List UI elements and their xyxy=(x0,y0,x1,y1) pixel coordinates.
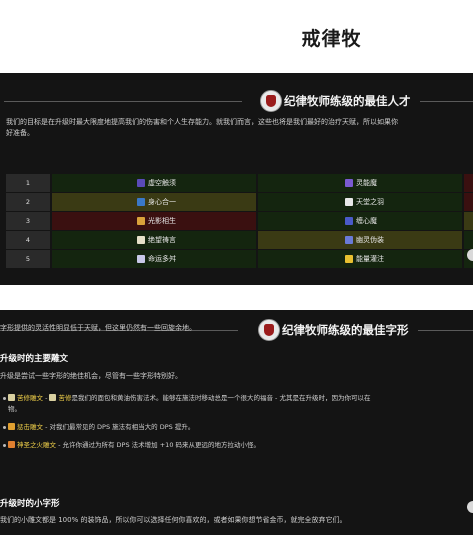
psyfiend-icon xyxy=(345,179,353,187)
talent-option[interactable]: 虚空触须 xyxy=(52,174,256,192)
talent-option[interactable]: 绝望祷言 xyxy=(52,231,256,249)
glyph-description: 允许你通过为所有 DPS 法术增加 +10 码来从更远的地方拉动小怪。 xyxy=(62,441,261,449)
talent-option[interactable] xyxy=(464,174,473,192)
major-glyphs-intro: 升级是尝试一些字形的绝佳机会，尽管有一些字形特别好。 xyxy=(0,372,182,380)
body-and-soul-icon xyxy=(137,198,145,206)
minor-glyphs-heading: 升级时的小字形 xyxy=(0,499,60,509)
twist-of-fate-icon xyxy=(137,217,145,225)
glyphs-intro: 字形提供的灵活性明显低于天赋，但这里仍然有一些回旋余地。 xyxy=(0,323,196,334)
smite-glyph-icon xyxy=(8,423,15,430)
divider-right xyxy=(420,101,473,102)
talent-row: 3 光影相生 缠心魔 xyxy=(6,212,473,230)
glyph-description: 对我们最常见的 DPS 施法有相当大的 DPS 提升。 xyxy=(49,423,195,431)
talent-label: 绝望祷言 xyxy=(148,236,176,244)
talent-row: 5 命运多舛 能量灌注 xyxy=(6,250,473,268)
spectral-guise-icon xyxy=(345,236,353,244)
glyphs-intro-text: 字形提供的灵活性明显低于天赋，但这里仍然有一些回旋余地。 xyxy=(0,324,196,332)
glyph-link[interactable]: 惩击雕文 xyxy=(17,423,43,431)
row-number: 1 xyxy=(6,174,50,192)
row-number: 4 xyxy=(6,231,50,249)
glyph-item-holy-fire: 神圣之火雕文 - 允许你通过为所有 DPS 法术增加 +10 码来从更远的地方拉… xyxy=(3,440,468,451)
page-title: 戒律牧 xyxy=(301,28,362,50)
glyph-link[interactable]: 神圣之火雕文 xyxy=(17,441,56,449)
talent-option[interactable]: 能量灌注 xyxy=(258,250,462,268)
row-number: 3 xyxy=(6,212,50,230)
mindbender-icon xyxy=(345,217,353,225)
row-number: 2 xyxy=(6,193,50,211)
desperate-prayer-icon xyxy=(137,236,145,244)
talents-intro: 我们的目标是在升级时最大限度地提高我们的伤害和个人生存能力。就我们而言，这些也将… xyxy=(6,117,473,139)
talent-label: 天堂之羽 xyxy=(356,198,384,206)
talent-option[interactable]: 灵能魔 xyxy=(258,174,462,192)
divider-right xyxy=(418,330,473,331)
power-infusion-icon xyxy=(345,255,353,263)
talent-label: 缠心魔 xyxy=(356,217,377,225)
glyph-description-cont: 物。 xyxy=(8,405,21,413)
talent-label: 虚空触须 xyxy=(148,179,176,187)
talents-heading: 纪律牧师练级的最佳人才 xyxy=(284,94,411,108)
major-glyphs-heading: 升级时的主要雕文 xyxy=(0,354,69,364)
talent-option[interactable]: 天堂之羽 xyxy=(258,193,462,211)
priest-emblem-icon xyxy=(260,90,282,112)
talents-intro-line2: 好准备。 xyxy=(6,129,34,137)
penance-icon xyxy=(49,394,57,401)
glyphs-panel: 纪律牧师练级的最佳字形 字形提供的灵活性明显低于天赋，但这里仍然有一些回旋余地。… xyxy=(0,310,473,535)
talents-panel: 纪律牧师练级的最佳人才 我们的目标是在升级时最大限度地提高我们的伤害和个人生存能… xyxy=(0,73,473,285)
talent-label: 灵能魔 xyxy=(356,179,377,187)
talent-row: 4 绝望祷言 幽灵伪装 xyxy=(6,231,473,249)
bullet-dot xyxy=(3,397,6,400)
divider-left xyxy=(4,101,242,102)
talent-option[interactable] xyxy=(464,231,473,249)
priest-emblem-icon xyxy=(258,319,280,341)
bullet-dot xyxy=(3,444,6,447)
talent-label: 身心合一 xyxy=(148,198,176,206)
scroll-handle[interactable] xyxy=(467,249,473,261)
cascade-icon xyxy=(137,255,145,263)
talent-option[interactable]: 身心合一 xyxy=(52,193,256,211)
talent-option[interactable]: 命运多舛 xyxy=(52,250,256,268)
talent-label: 幽灵伪装 xyxy=(356,236,384,244)
talent-label: 能量灌注 xyxy=(356,255,384,263)
glyphs-heading: 纪律牧师练级的最佳字形 xyxy=(282,323,409,337)
void-tendrils-icon xyxy=(137,179,145,187)
glyph-item-smite: 惩击雕文 - 对我们最常见的 DPS 施法有相当大的 DPS 提升。 xyxy=(3,422,468,433)
glyph-item-penance: 苦修雕文 - 苦修是我们的面包和黄油伤害法术。能够在施法时移动总是一个很大的福音… xyxy=(3,393,468,415)
penance-glyph-icon xyxy=(8,394,15,401)
talent-row: 2 身心合一 天堂之羽 xyxy=(6,193,473,211)
spell-link[interactable]: 苦修 xyxy=(58,394,71,402)
talent-label: 命运多舛 xyxy=(148,255,176,263)
holy-fire-glyph-icon xyxy=(8,441,15,448)
angelic-feather-icon xyxy=(345,198,353,206)
talent-option[interactable]: 光影相生 xyxy=(52,212,256,230)
talent-label: 光影相生 xyxy=(148,217,176,225)
talents-section-header: 纪律牧师练级的最佳人才 xyxy=(0,87,473,117)
talent-option[interactable]: 幽灵伪装 xyxy=(258,231,462,249)
talent-option[interactable] xyxy=(464,212,473,230)
talents-intro-line1: 我们的目标是在升级时最大限度地提高我们的伤害和个人生存能力。就我们而言，这些也将… xyxy=(6,118,398,126)
talent-row: 1 虚空触须 灵能魔 xyxy=(6,174,473,192)
talent-option[interactable] xyxy=(464,193,473,211)
bullet-dot xyxy=(3,426,6,429)
row-number: 5 xyxy=(6,250,50,268)
scroll-handle[interactable] xyxy=(467,501,473,513)
talent-option[interactable]: 缠心魔 xyxy=(258,212,462,230)
minor-glyphs-text: 我们的小雕文都是 100% 的装饰品，所以你可以选择任何你喜欢的，或者如果你想节… xyxy=(0,516,347,524)
glyph-description: 是我们的面包和黄油伤害法术。能够在施法时移动总是一个很大的福音 - 尤其是在升级… xyxy=(71,394,371,402)
glyph-link[interactable]: 苦修雕文 xyxy=(17,394,43,402)
